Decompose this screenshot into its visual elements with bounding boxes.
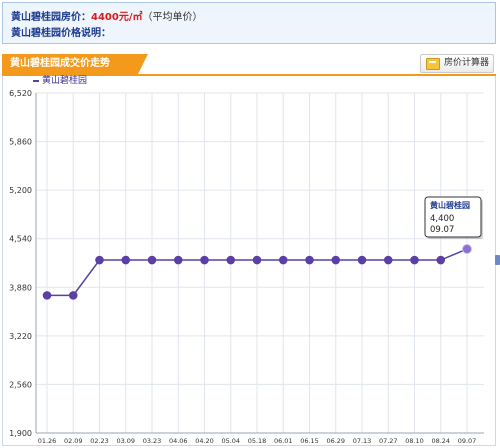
x-tick-label: 05.04	[221, 437, 240, 445]
data-point	[252, 255, 262, 265]
tooltip-date: 09.07	[430, 225, 454, 235]
data-point	[383, 255, 393, 265]
x-tick-label: 09.07	[458, 437, 477, 445]
data-point	[278, 255, 288, 265]
x-tick-label: 01.26	[38, 437, 57, 445]
y-tick-label: 1,900	[9, 429, 32, 438]
x-tick-label: 08.10	[405, 437, 424, 445]
x-tick-label: 06.15	[300, 437, 319, 445]
data-point	[68, 291, 78, 300]
data-point	[410, 255, 419, 265]
x-tick-label: 03.09	[116, 437, 135, 445]
data-point	[173, 255, 183, 265]
data-point	[462, 244, 472, 255]
data-point	[147, 255, 157, 265]
data-point	[121, 255, 131, 265]
data-point	[305, 255, 314, 265]
x-tick-label: 06.29	[326, 437, 345, 445]
data-point	[436, 255, 446, 265]
x-tick-label: 05.18	[248, 437, 267, 445]
tooltip-value: 4,400	[430, 214, 454, 224]
y-tick-label: 5,200	[9, 186, 32, 195]
data-point	[95, 255, 104, 265]
price-trend-chart: 6,520 5,860 5,200 4,540 3,880 3,220 2,560 1,900…	[9, 89, 484, 445]
x-tick-label: 03.23	[143, 437, 162, 445]
tooltip-series-name: 黄山碧桂园	[430, 200, 470, 210]
y-tick-label: 3,220	[9, 332, 32, 341]
y-tick-label: 2,560	[9, 380, 32, 389]
y-tick-label: 3,880	[9, 283, 32, 292]
x-tick-label: 08.24	[431, 437, 450, 445]
x-tick-label: 02.23	[90, 437, 109, 445]
x-tick-label: 06.01	[274, 437, 293, 445]
data-point	[42, 291, 52, 300]
x-tick-label: 07.27	[379, 437, 398, 445]
x-tick-label: 07.13	[353, 437, 372, 445]
data-point	[331, 255, 341, 265]
data-point	[226, 255, 236, 265]
x-tick-label: 04.20	[195, 437, 214, 445]
x-tick-label: 02.09	[64, 437, 83, 445]
x-tick-label: 04.06	[169, 437, 188, 445]
y-tick-label: 4,540	[9, 235, 32, 244]
y-tick-label: 5,860	[9, 138, 32, 147]
y-tick-label: 6,520	[9, 89, 32, 98]
data-point	[200, 255, 209, 265]
scroll-handle[interactable]	[495, 255, 500, 265]
data-point	[357, 255, 367, 265]
